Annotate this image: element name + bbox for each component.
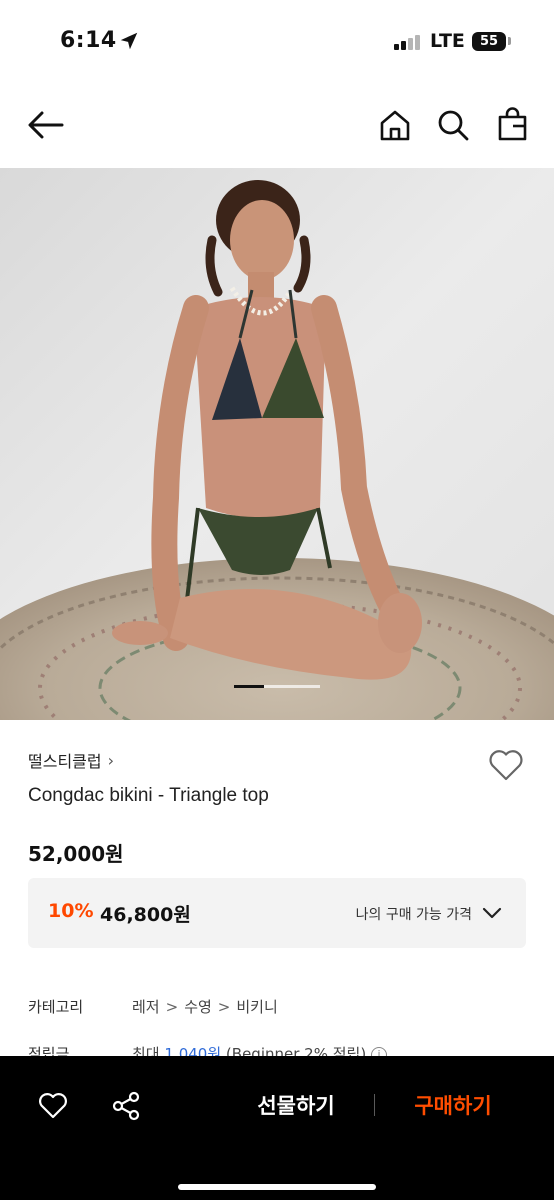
battery-nub [508,37,511,45]
signal-strength-icon [394,34,424,50]
discount-price: 46,800원 [100,904,191,926]
category-row: 카테고리 레저 > 수영 > 비키니 [28,996,278,1017]
category-item[interactable]: 레저 [132,998,160,1016]
product-image-carousel[interactable] [0,168,554,720]
search-icon[interactable] [436,108,470,142]
buy-button[interactable]: 구매하기 [396,1090,510,1120]
network-type: LTE [430,30,465,52]
category-item[interactable]: 수영 [184,998,212,1016]
original-price: 52,000원 [28,842,124,866]
chevron-right-icon: > [217,998,231,1016]
status-time: 6:14 [60,28,117,53]
heart-icon[interactable] [488,748,524,782]
chevron-right-icon: › [107,750,115,770]
category-item[interactable]: 비키니 [236,998,277,1016]
share-icon[interactable] [110,1090,142,1122]
brand-name: 떨스티클럽 [28,752,102,771]
home-icon[interactable] [378,108,412,142]
divider [374,1094,375,1116]
bottom-action-bar: 선물하기 구매하기 [0,1056,554,1200]
carousel-indicator-active [234,685,264,688]
carousel-indicator [234,685,320,688]
heart-icon[interactable] [38,1092,68,1120]
discount-rate: 10% [48,900,94,922]
product-name: Congdac bikini - Triangle top [28,785,269,806]
category-label: 카테고리 [28,998,84,1016]
gift-button[interactable]: 선물하기 [236,1090,356,1120]
location-arrow-icon [120,32,138,50]
home-indicator [178,1184,376,1190]
chevron-right-icon: > [165,998,179,1016]
nav-bar [0,88,554,166]
product-photo [0,168,554,720]
my-price-dropdown[interactable]: 10% 46,800원 나의 구매 가능 가격 [28,878,526,948]
my-price-label: 나의 구매 가능 가격 [355,907,472,923]
status-bar: 6:14 LTE 55 [0,0,554,80]
shopping-bag-icon[interactable] [496,106,530,142]
category-breadcrumb: 레저 > 수영 > 비키니 [132,996,278,1017]
chevron-down-icon [482,907,502,919]
arrow-left-icon[interactable] [26,110,64,140]
battery-icon: 55 [472,32,506,51]
brand-link[interactable]: 떨스티클럽 › [28,748,114,772]
